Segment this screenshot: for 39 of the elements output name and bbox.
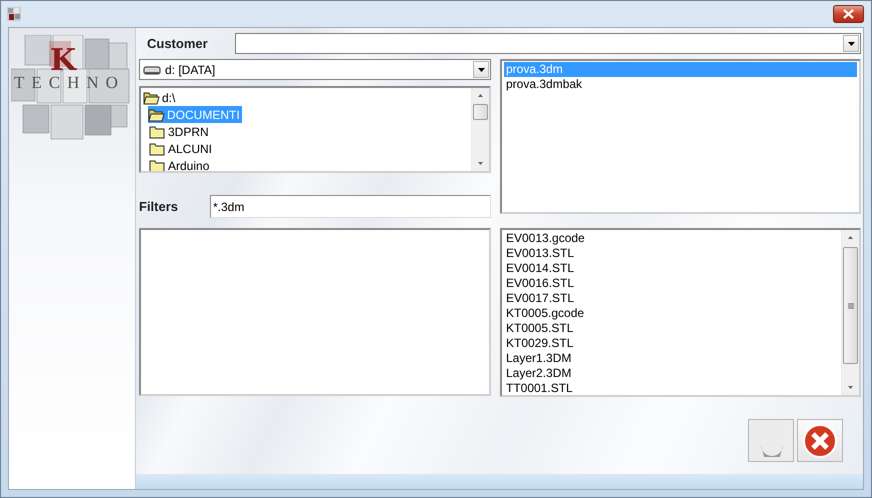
dropdown-arrow-icon: [478, 68, 484, 72]
scroll-thumb[interactable]: [843, 247, 858, 364]
drive-combo[interactable]: d: [DATA]: [139, 59, 491, 80]
folder-icon: [149, 158, 166, 171]
file-item[interactable]: EV0013.gcode: [504, 231, 839, 246]
cancel-icon: [802, 422, 838, 458]
dropdown-arrow-icon: [848, 42, 854, 46]
file-item[interactable]: KT0029.STL: [504, 336, 839, 351]
folder-icon: [149, 141, 166, 156]
drive-value: d: [DATA]: [165, 62, 216, 76]
file-item[interactable]: EV0017.STL: [504, 291, 839, 306]
file-item[interactable]: TT0001.STL: [504, 381, 839, 395]
close-button[interactable]: [833, 5, 864, 23]
folder-icon: [149, 124, 166, 139]
file-item[interactable]: KT0005.STL: [504, 321, 839, 336]
scrollbar[interactable]: [841, 230, 859, 395]
scrollbar[interactable]: [471, 88, 489, 171]
customer-label: Customer: [146, 36, 209, 51]
app-icon: [6, 6, 22, 22]
open-folder-icon: [148, 107, 165, 122]
folder-item[interactable]: ALCUNI: [149, 140, 214, 157]
close-icon: [843, 9, 854, 19]
file-item[interactable]: KT0005.gcode: [504, 306, 839, 321]
open-folder-icon: [143, 90, 160, 105]
folder-item[interactable]: d:\: [143, 89, 178, 106]
file-item[interactable]: EV0013.STL: [504, 246, 839, 261]
customer-combo[interactable]: [235, 33, 861, 54]
folder-item[interactable]: Arduino: [149, 157, 212, 171]
filters-field[interactable]: *.3dm: [210, 195, 491, 218]
grip-icon: [846, 302, 854, 308]
filters-label: Filters: [139, 199, 180, 214]
file-item[interactable]: prova.3dmbak: [504, 77, 857, 92]
file-item[interactable]: EV0016.STL: [504, 276, 839, 291]
scroll-thumb[interactable]: [473, 104, 488, 120]
cancel-button[interactable]: [797, 419, 843, 462]
file-item[interactable]: EV0014.STL: [504, 261, 839, 276]
folder-item[interactable]: 3DPRN: [149, 123, 211, 140]
file-item[interactable]: Layer2.3DM: [504, 366, 839, 381]
file-item[interactable]: Layer1.3DM: [504, 351, 839, 366]
